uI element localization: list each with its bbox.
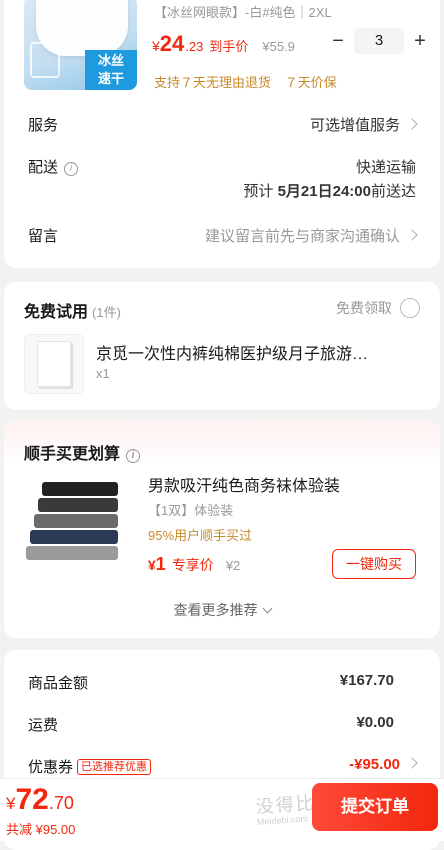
package-graphic <box>37 341 71 387</box>
goods-amount-value: ¥167.70 <box>339 672 394 689</box>
price-protection: ７天价保 <box>284 75 337 90</box>
deal-price-currency: ¥ <box>148 557 156 573</box>
deal-item-popularity: 95%用户顺手买过 <box>148 528 253 543</box>
one-click-buy-button[interactable]: 一键购买 <box>332 549 416 579</box>
product-badge: 冰丝 速干 <box>85 50 137 90</box>
coupon-value: -¥95.00 <box>349 756 418 773</box>
deal-price: ¥ 1 专享价 ¥2 <box>148 554 240 575</box>
message-row[interactable]: 留言 建议留言前先与商家沟通确认 <box>28 225 418 247</box>
sock-graphic <box>42 482 118 496</box>
goods-amount-label: 商品金额 <box>28 675 89 692</box>
deal-original-price: ¥2 <box>225 558 241 573</box>
price-integer: 24 <box>159 31 185 56</box>
service-value: 可选增值服务 <box>310 114 418 135</box>
coupon-label: 优惠券 已选推荐优惠 <box>28 756 152 777</box>
chevron-right-icon <box>406 229 418 241</box>
sock-graphic <box>30 530 118 544</box>
shipping-row: 运费 ¥0.00 <box>28 714 416 736</box>
trial-claim-label: 免费领取 <box>336 300 392 316</box>
trial-item-qty: x1 <box>96 366 110 381</box>
service-guarantees: 支持７天无理由退货 ７天价保 <box>154 72 337 91</box>
shipping-label: 运费 <box>28 717 59 734</box>
deal-price-value: 1 <box>155 554 166 574</box>
decrease-button[interactable]: − <box>326 30 350 53</box>
trial-count: (1件) <box>92 305 121 320</box>
trial-title: 免费试用 (1件) <box>24 304 121 321</box>
coupon-tag: 已选推荐优惠 <box>77 759 152 775</box>
quantity-input[interactable]: 3 <box>354 28 404 54</box>
product-image[interactable]: 冰丝 速干 <box>24 0 137 90</box>
product-variant[interactable]: 【冰丝网眼款】-白#纯色｜2XL <box>154 2 332 21</box>
free-trial-card: 免费试用 (1件) 免费领取 京觅一次性内裤纯棉医护级月子旅游… x1 <box>4 282 440 410</box>
shipping-value: ¥0.00 <box>356 714 394 731</box>
quantity-stepper: − 3 + <box>326 28 432 54</box>
total-decimal: .70 <box>48 793 74 813</box>
feature-stamp-icon <box>30 42 60 78</box>
deal-title: 顺手买更划算 i <box>24 440 141 464</box>
sock-graphic <box>38 498 118 512</box>
increase-button[interactable]: + <box>408 30 432 53</box>
message-placeholder: 建议留言前先与商家沟通确认 <box>205 225 418 246</box>
price-tag: 到手价 <box>209 39 249 54</box>
trial-claim-toggle[interactable]: 免费领取 <box>336 298 420 318</box>
submit-order-button[interactable]: 提交订单 <box>312 783 438 831</box>
total-integer: 72 <box>15 783 49 816</box>
service-label: 服务 <box>28 117 59 134</box>
original-price: ¥55.9 <box>262 39 295 54</box>
coupon-row[interactable]: 优惠券 已选推荐优惠 -¥95.00 <box>28 756 418 778</box>
return-policy: 支持７天无理由退货 <box>154 75 272 90</box>
product-card: 冰丝 速干 【冰丝网眼款】-白#纯色｜2XL ¥ 24 .23 到手价 ¥55.… <box>4 0 440 268</box>
info-icon[interactable]: i <box>126 449 141 463</box>
chevron-right-icon <box>406 757 418 769</box>
message-label: 留言 <box>28 228 59 245</box>
addon-deal-card: 顺手买更划算 i 男款吸汗纯色商务袜体验装 【1双】体验装 95%用户顺手买过 ¥… <box>4 420 440 638</box>
trial-item-image[interactable] <box>24 334 84 394</box>
sock-graphic <box>34 514 118 528</box>
total-price: ¥ 72 .70 <box>6 783 74 817</box>
delivery-label: 配送 i <box>28 156 79 177</box>
deal-item-image[interactable] <box>24 472 132 580</box>
more-recommendations-link[interactable]: 查看更多推荐 <box>4 600 440 620</box>
checkout-bar: ¥ 72 .70 共减 ¥95.00 没得比 Meidebi.com 提交订单 <box>0 778 444 841</box>
price-currency: ¥ <box>152 38 160 54</box>
chevron-down-icon <box>262 603 272 614</box>
watermark: 没得比 Meidebi.com <box>255 792 317 828</box>
goods-amount-row: 商品金额 ¥167.70 <box>28 672 416 694</box>
product-price: ¥ 24 .23 到手价 ¥55.9 <box>152 31 295 57</box>
radio-icon[interactable] <box>400 298 420 318</box>
delivery-row: 配送 i 快递运输 预计 5月21日24:00前送达 <box>28 156 416 200</box>
deal-item-spec: 【1双】体验装 <box>148 503 234 518</box>
price-decimal: .23 <box>185 39 204 54</box>
service-row[interactable]: 服务 可选增值服务 <box>28 114 418 136</box>
sock-graphic <box>26 546 118 560</box>
deal-item-name: 男款吸汗纯色商务袜体验装 <box>148 478 341 495</box>
deal-price-tag: 专享价 <box>171 557 214 573</box>
trial-item-name: 京觅一次性内裤纯棉医护级月子旅游… <box>96 346 369 363</box>
delivery-eta: 预计 5月21日24:00前送达 <box>243 183 416 200</box>
delivery-method: 快递运输 <box>355 159 416 176</box>
total-saved: 共减 ¥95.00 <box>6 822 76 837</box>
info-icon[interactable]: i <box>64 162 79 176</box>
chevron-right-icon <box>406 118 418 130</box>
total-currency: ¥ <box>6 794 16 813</box>
